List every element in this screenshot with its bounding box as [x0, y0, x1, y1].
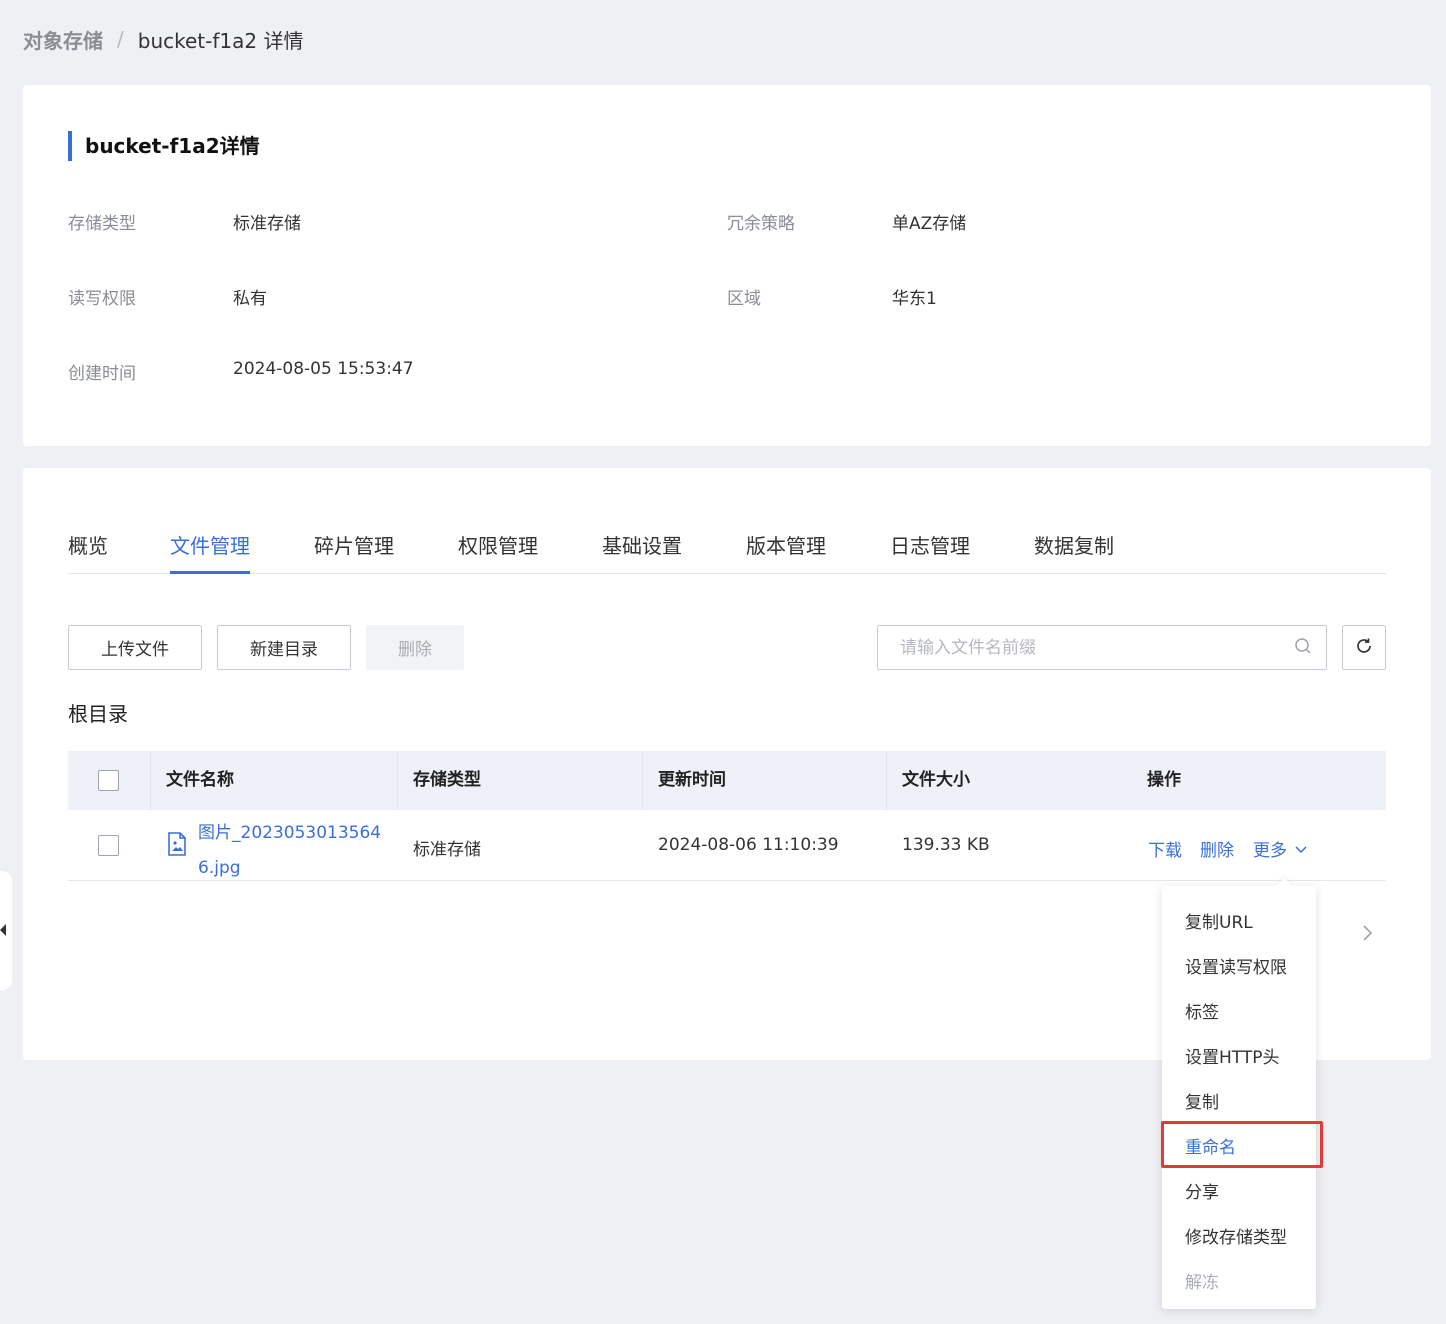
created-value: 2024-08-05 15:53:47 — [233, 359, 414, 379]
more-dropdown-trigger[interactable]: 更多 — [1253, 836, 1307, 861]
permission-value: 私有 — [233, 289, 267, 309]
tab-fragment-management[interactable]: 碎片管理 — [314, 528, 394, 574]
menu-item-copy-url[interactable]: 复制URL — [1185, 908, 1253, 933]
created-label: 创建时间 — [68, 364, 136, 384]
cell-file-size: 139.33 KB — [902, 835, 990, 855]
table-header: 文件名称 存储类型 更新时间 文件大小 操作 — [68, 751, 1386, 810]
refresh-button[interactable] — [1342, 625, 1386, 670]
header-updated-time: 更新时间 — [658, 770, 726, 790]
header-file-size: 文件大小 — [902, 770, 970, 790]
menu-item-set-http-header[interactable]: 设置HTTP头 — [1185, 1043, 1280, 1068]
column-divider — [886, 751, 887, 810]
header-storage-type: 存储类型 — [413, 770, 481, 790]
menu-item-set-permission[interactable]: 设置读写权限 — [1185, 953, 1287, 978]
menu-item-unfreeze[interactable]: 解冻 — [1185, 1268, 1219, 1293]
header-actions: 操作 — [1147, 770, 1181, 790]
delete-link[interactable]: 删除 — [1200, 836, 1234, 861]
redundancy-value: 单AZ存储 — [892, 214, 967, 234]
cell-storage-type: 标准存储 — [413, 840, 481, 860]
storage-type-value: 标准存储 — [233, 214, 301, 234]
menu-item-tags[interactable]: 标签 — [1185, 998, 1219, 1023]
collapse-arrow-icon — [0, 924, 6, 936]
column-divider — [150, 751, 151, 810]
chevron-right-icon — [1361, 923, 1373, 948]
refresh-icon — [1354, 636, 1374, 660]
download-link[interactable]: 下载 — [1148, 836, 1182, 861]
permission-label: 读写权限 — [68, 289, 136, 309]
search-icon[interactable] — [1294, 637, 1312, 659]
tab-data-replication[interactable]: 数据复制 — [1034, 528, 1114, 574]
column-divider — [642, 751, 643, 810]
breadcrumb-root-link[interactable]: 对象存储 — [23, 25, 103, 54]
select-all-checkbox[interactable] — [98, 770, 119, 791]
region-label: 区域 — [727, 289, 761, 309]
redundancy-label: 冗余策略 — [727, 214, 795, 234]
cell-updated-time: 2024-08-06 11:10:39 — [658, 835, 839, 855]
delete-button[interactable]: 删除 — [366, 625, 464, 670]
column-divider — [397, 751, 398, 810]
upload-file-button[interactable]: 上传文件 — [68, 625, 202, 670]
menu-item-share[interactable]: 分享 — [1185, 1178, 1219, 1203]
breadcrumb-separator: / — [117, 27, 124, 51]
next-page-button[interactable] — [1361, 923, 1373, 948]
image-file-icon — [167, 832, 187, 860]
rename-highlight-box — [1161, 1121, 1323, 1168]
search-input[interactable] — [900, 637, 1294, 658]
chevron-down-icon — [1295, 839, 1307, 859]
file-name-link[interactable]: 图片_20230530135646.jpg — [198, 816, 388, 886]
search-box — [877, 625, 1327, 670]
menu-item-copy[interactable]: 复制 — [1185, 1088, 1219, 1113]
bucket-info-card: bucket-f1a2详情 存储类型 标准存储 冗余策略 单AZ存储 读写权限 … — [23, 85, 1431, 446]
tab-permission-management[interactable]: 权限管理 — [458, 528, 538, 574]
menu-item-change-storage-type[interactable]: 修改存储类型 — [1185, 1223, 1287, 1248]
tab-basic-settings[interactable]: 基础设置 — [602, 528, 682, 574]
tab-overview[interactable]: 概览 — [68, 528, 108, 574]
region-value: 华东1 — [892, 289, 937, 309]
tab-file-management[interactable]: 文件管理 — [170, 528, 250, 574]
tab-version-management[interactable]: 版本管理 — [746, 528, 826, 574]
tab-log-management[interactable]: 日志管理 — [890, 528, 970, 574]
directory-title: 根目录 — [68, 702, 128, 726]
storage-type-label: 存储类型 — [68, 214, 136, 234]
table-row: 图片_20230530135646.jpg 标准存储 2024-08-06 11… — [68, 810, 1386, 881]
more-label: 更多 — [1253, 841, 1287, 861]
row-checkbox[interactable] — [98, 835, 119, 856]
breadcrumb-current: bucket-f1a2 详情 — [137, 28, 304, 53]
bucket-detail-title: bucket-f1a2详情 — [68, 131, 260, 161]
new-directory-button[interactable]: 新建目录 — [217, 625, 351, 670]
tab-bar: 概览 文件管理 碎片管理 权限管理 基础设置 版本管理 日志管理 数据复制 — [68, 528, 1386, 574]
more-actions-menu: 复制URL 设置读写权限 标签 设置HTTP头 复制 重命名 分享 修改存储类型… — [1162, 886, 1316, 1309]
breadcrumb: 对象存储 / bucket-f1a2 详情 — [23, 24, 303, 54]
header-file-name: 文件名称 — [166, 770, 234, 790]
